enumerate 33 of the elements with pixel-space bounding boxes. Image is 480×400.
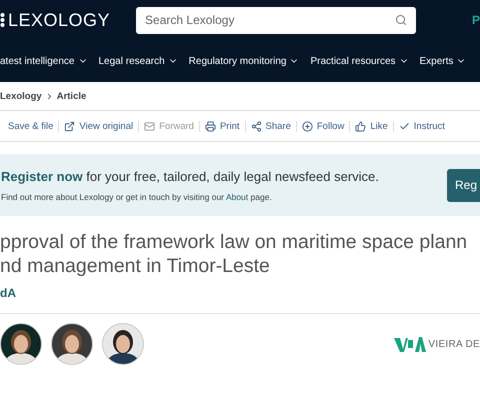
toolbar-button[interactable]: Share	[246, 120, 297, 132]
toolbar-button[interactable]: Instruct	[394, 120, 450, 132]
breadcrumb-link[interactable]: Lexology	[0, 90, 42, 102]
firm-logo: VIEIRA DE	[394, 335, 480, 353]
nav-menu-item[interactable]: Legal research	[98, 56, 178, 66]
search-icon[interactable]	[395, 14, 408, 26]
toolbar-button[interactable]: View original	[59, 120, 140, 132]
banner-note: Find out more about Lexology or get in touch by visiting our About page.	[1, 192, 273, 202]
register-button[interactable]: Reg	[447, 168, 480, 202]
mail-icon	[144, 120, 156, 132]
nav-menu-item[interactable]: Regulatory monitoring	[188, 56, 300, 66]
nav-menu-item[interactable]: Practical resources	[310, 56, 409, 66]
logo-mark-icon	[394, 335, 426, 353]
toolbar-button[interactable]: Print	[200, 120, 246, 132]
firm-link[interactable]: dA	[0, 286, 480, 300]
follow-icon	[302, 120, 313, 132]
print-icon	[204, 120, 216, 132]
article-title: pproval of the framework law on maritime space plann nd management in Timor-Leste	[0, 230, 468, 278]
nav-menu-item[interactable]: atest intelligence	[0, 56, 88, 66]
header-link[interactable]: P	[472, 13, 480, 27]
nav-menu-item[interactable]: Experts	[420, 56, 466, 66]
breadcrumb-link[interactable]: Article	[56, 90, 86, 102]
banner-headline: Register now for your free, tailored, daily legal newsfeed service.	[1, 168, 379, 184]
toolbar-button[interactable]: Save & file	[3, 120, 60, 132]
search-field[interactable]: Search Lexology	[136, 6, 416, 34]
share-icon	[250, 120, 262, 132]
toolbar-button[interactable]: Follow	[296, 120, 350, 132]
lexology-logo[interactable]: LEXOLOGY	[0, 10, 110, 30]
external-icon	[64, 120, 76, 132]
check-icon	[398, 120, 410, 132]
about-link[interactable]: About	[226, 192, 248, 202]
toolbar-button[interactable]: Like	[350, 120, 394, 132]
like-icon	[355, 120, 366, 132]
